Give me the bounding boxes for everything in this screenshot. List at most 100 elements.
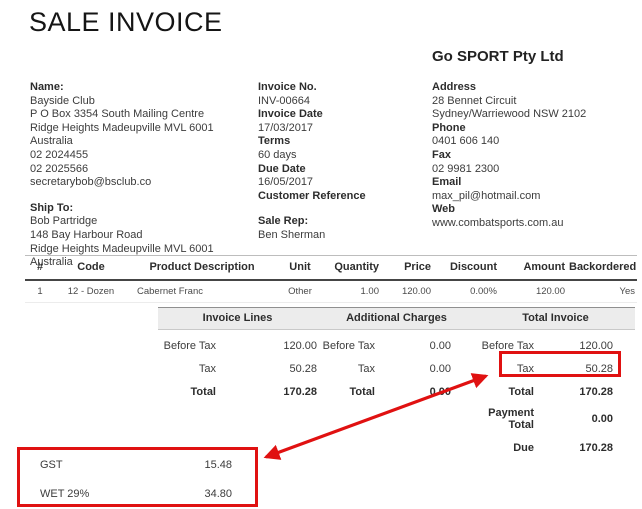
invoice-date-value: 17/03/2017 [258, 122, 428, 136]
spacer [30, 190, 256, 202]
row-label: Before Tax [317, 340, 375, 352]
col-header-amount: Amount [499, 256, 567, 281]
cell-price: 120.00 [381, 280, 433, 303]
totals-header-total-invoice: Total Invoice [476, 308, 635, 329]
totals-header-additional-charges: Additional Charges [317, 308, 476, 329]
due-date-value: 16/05/2017 [258, 176, 428, 190]
cell-number: 1 [25, 280, 55, 303]
customer-email: secretarybob@bsclub.co [30, 176, 256, 190]
invoice-meta-block: Invoice No. INV-00664 Invoice Date 17/03… [258, 81, 428, 243]
row-value: 0.00 [534, 413, 635, 425]
row-label: Tax [317, 363, 375, 375]
tax-breakdown-row: WET 29% 34.80 [20, 488, 255, 500]
customer-name-label: Name: [30, 81, 256, 95]
col-header-backordered: Backordered [567, 256, 637, 281]
cell-amount: 120.00 [499, 280, 567, 303]
tax-breakdown-row: GST 15.48 [20, 459, 255, 471]
terms-label: Terms [258, 135, 428, 149]
totals-row: Due 170.28 [476, 435, 635, 461]
customer-fax: 02 2025566 [30, 163, 256, 177]
spacer [258, 203, 428, 215]
row-label: Before Tax [158, 340, 216, 352]
customer-address-line: P O Box 3354 South Mailing Centre [30, 108, 256, 122]
row-value: 120.00 [534, 340, 635, 352]
cell-discount: 0.00% [433, 280, 499, 303]
totals-row: Before Tax 120.00 [158, 334, 317, 357]
totals-block: Invoice Lines Additional Charges Total I… [158, 307, 635, 461]
totals-row: Tax 0.00 [317, 357, 476, 380]
row-value: 170.28 [534, 386, 635, 398]
invoice-no-label: Invoice No. [258, 81, 428, 95]
customer-name: Bayside Club [30, 95, 256, 109]
invoice-lines-section: Before Tax 120.00 Tax 50.28 Total 170.28 [158, 334, 317, 461]
row-label: Before Tax [476, 340, 534, 352]
col-header-number: # [25, 256, 55, 281]
cell-code: 12 - Dozen [55, 280, 127, 303]
row-value: 120.00 [216, 340, 317, 352]
row-value: 170.28 [216, 386, 317, 398]
company-info-block: Address 28 Bennet Circuit Sydney/Warriew… [432, 81, 632, 231]
fax-label: Fax [432, 149, 632, 163]
totals-row: Tax 50.28 [158, 357, 317, 380]
email-value: max_pil@hotmail.com [432, 190, 632, 204]
table-row: 1 12 - Dozen Cabernet Franc Other 1.00 1… [25, 280, 637, 303]
company-address-line: 28 Bennet Circuit [432, 95, 632, 109]
wet-label: WET 29% [40, 488, 89, 500]
row-value: 50.28 [216, 363, 317, 375]
tax-breakdown-box: GST 15.48 WET 29% 34.80 [17, 447, 258, 507]
row-label: Tax [158, 363, 216, 375]
row-value: 0.00 [375, 363, 476, 375]
cell-backordered: Yes [567, 280, 637, 303]
customer-phone: 02 2024455 [30, 149, 256, 163]
company-address-line: Sydney/Warriewood NSW 2102 [432, 108, 632, 122]
web-label: Web [432, 203, 632, 217]
col-header-discount: Discount [433, 256, 499, 281]
web-value: www.combatsports.com.au [432, 217, 632, 231]
terms-value: 60 days [258, 149, 428, 163]
invoice-no-value: INV-00664 [258, 95, 428, 109]
gst-value: 15.48 [204, 459, 232, 471]
col-header-quantity: Quantity [323, 256, 381, 281]
row-value: 0.00 [375, 340, 476, 352]
sale-rep-label: Sale Rep: [258, 215, 428, 229]
totals-header-invoice-lines: Invoice Lines [158, 308, 317, 329]
gst-label: GST [40, 459, 63, 471]
totals-row: Payment Total 0.00 [476, 403, 635, 435]
address-label: Address [432, 81, 632, 95]
col-header-unit: Unit [277, 256, 323, 281]
phone-value: 0401 606 140 [432, 135, 632, 149]
ship-to-label: Ship To: [30, 202, 256, 216]
ship-to-address-line: 148 Bay Harbour Road [30, 229, 256, 243]
customer-address-line: Ridge Heights Madeupville MVL 6001 Austr… [30, 122, 256, 149]
customer-info-block: Name: Bayside Club P O Box 3354 South Ma… [30, 81, 256, 270]
ship-to-name: Bob Partridge [30, 215, 256, 229]
row-label: Total [317, 386, 375, 398]
row-label: Total [158, 386, 216, 398]
sale-rep-value: Ben Sherman [258, 229, 428, 243]
invoice-date-label: Invoice Date [258, 108, 428, 122]
email-label: Email [432, 176, 632, 190]
fax-value: 02 9981 2300 [432, 163, 632, 177]
page-title: SALE INVOICE [29, 7, 223, 38]
cell-quantity: 1.00 [323, 280, 381, 303]
row-label: Payment Total [476, 407, 534, 431]
line-items-table: # Code Product Description Unit Quantity… [25, 255, 637, 303]
tax-highlight-box [499, 351, 621, 377]
company-name: Go SPORT Pty Ltd [432, 48, 564, 65]
customer-reference-label: Customer Reference [258, 190, 428, 204]
table-header-row: # Code Product Description Unit Quantity… [25, 256, 637, 281]
additional-charges-section: Before Tax 0.00 Tax 0.00 Total 0.00 [317, 334, 476, 461]
row-label: Due [476, 442, 534, 454]
cell-product-description: Cabernet Franc [127, 280, 277, 303]
totals-row: Total 170.28 [476, 380, 635, 403]
totals-row: Total 0.00 [317, 380, 476, 403]
row-value: 170.28 [534, 442, 635, 454]
phone-label: Phone [432, 122, 632, 136]
col-header-product-description: Product Description [127, 256, 277, 281]
due-date-label: Due Date [258, 163, 428, 177]
col-header-code: Code [55, 256, 127, 281]
totals-header: Invoice Lines Additional Charges Total I… [158, 307, 635, 330]
row-label: Total [476, 386, 534, 398]
wet-value: 34.80 [204, 488, 232, 500]
totals-row: Before Tax 0.00 [317, 334, 476, 357]
